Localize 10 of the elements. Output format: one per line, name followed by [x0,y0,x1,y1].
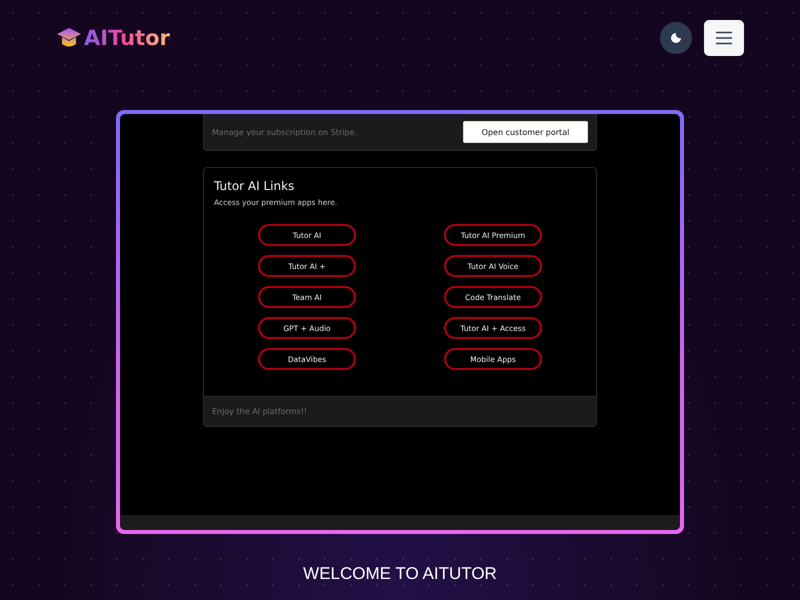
footer-text: Enjoy the AI platforms!! [212,407,308,416]
welcome-heading: WELCOME TO AITUTOR [303,564,497,584]
graduation-cap-icon [56,27,82,49]
theme-toggle-button[interactable] [660,22,692,54]
card-title: Tutor AI Links [214,179,296,193]
menu-icon [715,31,733,45]
moon-icon [670,32,682,44]
customer-portal-button[interactable]: Open customer portal [463,121,588,143]
menu-button[interactable] [704,20,744,56]
subscription-text: Manage your subscription on Stripe. [212,128,357,136]
